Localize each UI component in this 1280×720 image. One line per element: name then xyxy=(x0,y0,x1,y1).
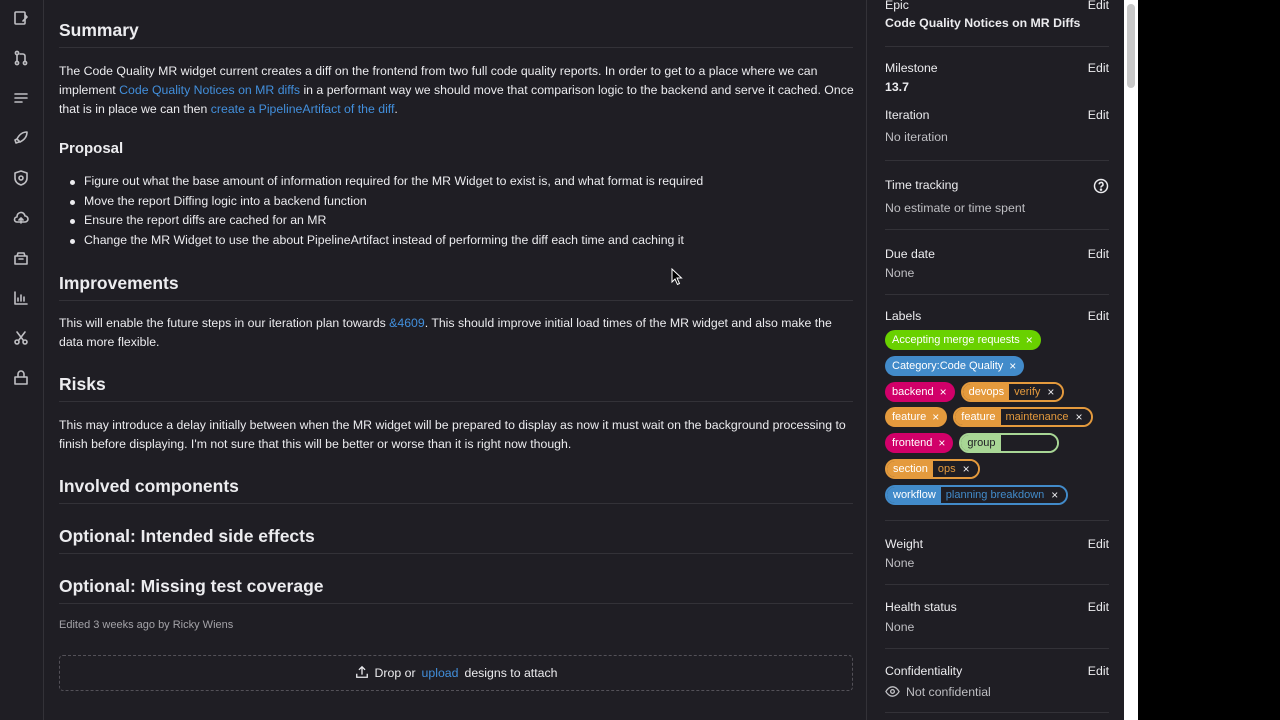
eye-icon xyxy=(885,685,906,699)
epic-section: Epic Code Quality Notices on MR Diffs Ed… xyxy=(885,0,1109,30)
issues-icon[interactable] xyxy=(12,9,30,27)
issue-description: Summary The Code Quality MR widget curre… xyxy=(44,0,866,720)
label-devops-verify[interactable]: devops verify × xyxy=(960,382,1065,402)
sidebar-divider xyxy=(885,160,1109,161)
label-feature-maintenance[interactable]: feature maintenance × xyxy=(953,407,1093,427)
pipeline-artifact-link[interactable]: create a PipelineArtifact of the diff xyxy=(211,102,395,116)
improvements-heading: Improvements xyxy=(59,273,179,293)
remove-label-icon[interactable]: × xyxy=(940,386,947,398)
heading-divider xyxy=(59,47,853,48)
package-icon[interactable] xyxy=(12,249,30,267)
left-nav xyxy=(0,0,44,720)
mouse-cursor-icon xyxy=(671,268,683,286)
edited-info: Edited 3 weeks ago by Ricky Wiens xyxy=(59,619,234,631)
upload-icon xyxy=(355,665,369,682)
improvements-paragraph: This will enable the future steps in our… xyxy=(59,316,832,349)
heading-divider xyxy=(59,401,853,402)
sidebar-divider xyxy=(885,294,1109,295)
time-tracking-value: No estimate or time spent xyxy=(885,201,1026,215)
sidebar-divider xyxy=(885,648,1109,649)
iteration-edit-button[interactable]: Edit xyxy=(1088,108,1109,122)
remove-label-icon[interactable]: × xyxy=(1049,487,1067,503)
sidebar-divider xyxy=(885,229,1109,230)
labels-edit-button[interactable]: Edit xyxy=(1088,309,1109,323)
label-frontend[interactable]: frontend × xyxy=(885,433,954,453)
snippet-icon[interactable] xyxy=(12,329,30,347)
heading-divider xyxy=(59,553,853,554)
milestone-value[interactable]: 13.7 xyxy=(885,80,1109,94)
epic-value[interactable]: Code Quality Notices on MR Diffs xyxy=(885,16,1109,30)
list-item: Change the MR Widget to use the about Pi… xyxy=(68,231,703,251)
remove-label-icon[interactable]: × xyxy=(1026,334,1033,346)
confidentiality-edit-button[interactable]: Edit xyxy=(1088,664,1109,678)
merge-request-icon[interactable] xyxy=(12,49,30,67)
label-accepting-merge-requests[interactable]: Accepting merge requests × xyxy=(885,330,1041,350)
due-date-edit-button[interactable]: Edit xyxy=(1088,247,1109,261)
due-date-section: Due date None Edit xyxy=(885,247,1109,280)
due-date-value: None xyxy=(885,266,915,280)
risks-paragraph: This may introduce a delay initially bet… xyxy=(59,418,846,451)
health-status-section: Health status None Edit xyxy=(885,600,1109,634)
scrollbar-track[interactable] xyxy=(1124,0,1138,720)
sidebar-divider xyxy=(885,46,1109,47)
proposal-list: Figure out what the base amount of infor… xyxy=(68,172,703,250)
confidentiality-section: Confidentiality Not confidential Edit xyxy=(885,664,1109,699)
label-group[interactable]: group xyxy=(959,433,1060,453)
epic-link[interactable]: &4609 xyxy=(389,316,425,330)
help-icon[interactable] xyxy=(1093,178,1109,194)
label-section-ops[interactable]: section ops × xyxy=(885,459,980,479)
issue-sidebar: Epic Code Quality Notices on MR Diffs Ed… xyxy=(866,0,1124,720)
sidebar-divider xyxy=(885,712,1109,713)
weight-section: Weight None Edit xyxy=(885,537,1109,570)
summary-paragraph: The Code Quality MR widget current creat… xyxy=(59,64,854,116)
sidebar-divider xyxy=(885,584,1109,585)
health-status-edit-button[interactable]: Edit xyxy=(1088,600,1109,614)
remove-label-icon[interactable]: × xyxy=(1073,409,1091,425)
chart-icon[interactable] xyxy=(12,289,30,307)
remove-label-icon[interactable]: × xyxy=(1045,384,1063,400)
list-item: Figure out what the base amount of infor… xyxy=(68,172,703,192)
labels-section: Labels Edit xyxy=(885,309,1109,323)
involved-components-heading: Involved components xyxy=(59,476,239,496)
label-workflow-planning-breakdown[interactable]: workflow planning breakdown × xyxy=(885,485,1069,505)
sidebar-divider xyxy=(885,520,1109,521)
heading-divider xyxy=(59,300,853,301)
side-effects-heading: Optional: Intended side effects xyxy=(59,526,315,546)
heading-divider xyxy=(59,603,853,604)
requirements-icon[interactable] xyxy=(12,89,30,107)
time-tracking-section: Time tracking No estimate or time spent xyxy=(885,178,1109,215)
health-status-value: None xyxy=(885,620,915,634)
remove-label-icon[interactable]: × xyxy=(932,411,939,423)
milestone-edit-button[interactable]: Edit xyxy=(1088,61,1109,75)
code-quality-notices-link[interactable]: Code Quality Notices on MR diffs xyxy=(119,83,300,97)
label-backend[interactable]: backend × xyxy=(885,382,955,402)
remove-label-icon[interactable]: × xyxy=(960,461,978,477)
scrollbar-thumb[interactable] xyxy=(1127,4,1135,88)
weight-edit-button[interactable]: Edit xyxy=(1088,537,1109,551)
heading-divider xyxy=(59,503,853,504)
test-coverage-heading: Optional: Missing test coverage xyxy=(59,576,324,596)
upload-link[interactable]: upload xyxy=(422,666,459,680)
remove-label-icon[interactable]: × xyxy=(938,437,945,449)
rocket-icon[interactable] xyxy=(12,129,30,147)
cloud-icon[interactable] xyxy=(12,209,30,227)
weight-value: None xyxy=(885,556,915,570)
shield-icon[interactable] xyxy=(12,169,30,187)
label-category-code-quality[interactable]: Category:Code Quality × xyxy=(885,356,1025,376)
summary-heading: Summary xyxy=(59,20,139,40)
iteration-section: Iteration No iteration Edit xyxy=(885,108,1109,144)
risks-heading: Risks xyxy=(59,374,106,394)
label-feature[interactable]: feature × xyxy=(885,407,948,427)
design-dropzone[interactable]: Drop or upload designs to attach xyxy=(59,655,853,691)
iteration-value: No iteration xyxy=(885,130,948,144)
project-icon[interactable] xyxy=(12,369,30,387)
milestone-section: Milestone 13.7 Edit xyxy=(885,61,1109,94)
proposal-heading: Proposal xyxy=(59,140,124,157)
confidentiality-value: Not confidential xyxy=(885,684,1109,699)
list-item: Move the report Diffing logic into a bac… xyxy=(68,192,703,212)
remove-label-icon[interactable]: × xyxy=(1009,360,1016,372)
list-item: Ensure the report diffs are cached for a… xyxy=(68,211,703,231)
epic-edit-button[interactable]: Edit xyxy=(1088,0,1109,12)
